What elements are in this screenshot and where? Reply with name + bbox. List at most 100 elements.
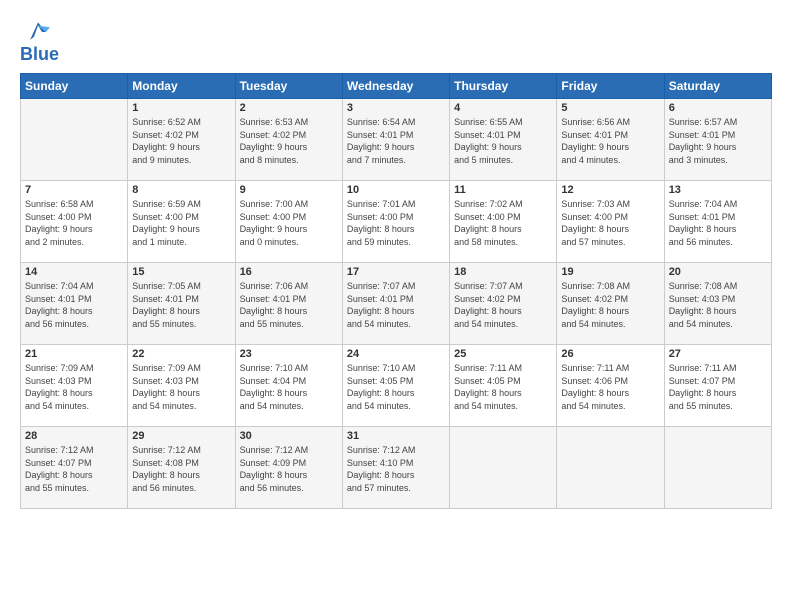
day-cell: 17Sunrise: 7:07 AM Sunset: 4:01 PM Dayli…: [342, 263, 449, 345]
day-cell: 8Sunrise: 6:59 AM Sunset: 4:00 PM Daylig…: [128, 181, 235, 263]
day-cell: 21Sunrise: 7:09 AM Sunset: 4:03 PM Dayli…: [21, 345, 128, 427]
day-info: Sunrise: 7:08 AM Sunset: 4:02 PM Dayligh…: [561, 280, 659, 330]
day-cell: 9 Sunrise: 7:00 AM Sunset: 4:00 PM Daylig…: [235, 181, 342, 263]
day-number: 8: [132, 184, 230, 196]
day-info: Sunrise: 7:11 AM Sunset: 4:05 PM Dayligh…: [454, 362, 552, 412]
col-header-friday: Friday: [557, 74, 664, 99]
day-cell: 28 Sunrise: 7:12 AM Sunset: 4:07 PM Dayli…: [21, 427, 128, 509]
day-cell: 12 Sunrise: 7:03 AM Sunset: 4:00 PM Dayli…: [557, 181, 664, 263]
header: Blue: [20, 16, 772, 65]
day-cell: 7 Sunrise: 6:58 AM Sunset: 4:00 PM Daylig…: [21, 181, 128, 263]
day-number: 25: [454, 348, 552, 360]
day-number: 29: [132, 430, 230, 442]
day-number: 4: [454, 102, 552, 114]
day-info: Sunrise: 6:56 AM Sunset: 4:01 PM Dayligh…: [561, 116, 659, 166]
day-cell: 22 Sunrise: 7:09 AM Sunset: 4:03 PM Dayli…: [128, 345, 235, 427]
day-info: Sunrise: 7:08 AM Sunset: 4:03 PM Dayligh…: [669, 280, 767, 330]
day-number: 6: [669, 102, 767, 114]
day-info: Sunrise: 7:11 AM Sunset: 4:07 PM Dayligh…: [669, 362, 767, 412]
day-cell: 24 Sunrise: 7:10 AM Sunset: 4:05 PM Dayli…: [342, 345, 449, 427]
day-info: Sunrise: 7:10 AM Sunset: 4:05 PM Dayligh…: [347, 362, 445, 412]
day-number: 2: [240, 102, 338, 114]
day-cell: 27Sunrise: 7:11 AM Sunset: 4:07 PM Dayli…: [664, 345, 771, 427]
day-number: 30: [240, 430, 338, 442]
logo: Blue: [20, 16, 59, 65]
day-info: Sunrise: 6:58 AM Sunset: 4:00 PM Dayligh…: [25, 198, 123, 248]
day-cell: 11 Sunrise: 7:02 AM Sunset: 4:00 PM Dayli…: [450, 181, 557, 263]
day-cell: [664, 427, 771, 509]
day-cell: 30 Sunrise: 7:12 AM Sunset: 4:09 PM Dayli…: [235, 427, 342, 509]
col-header-thursday: Thursday: [450, 74, 557, 99]
col-header-wednesday: Wednesday: [342, 74, 449, 99]
day-number: 18: [454, 266, 552, 278]
col-header-sunday: Sunday: [21, 74, 128, 99]
day-info: Sunrise: 7:02 AM Sunset: 4:00 PM Dayligh…: [454, 198, 552, 248]
day-info: Sunrise: 6:52 AM Sunset: 4:02 PM Dayligh…: [132, 116, 230, 166]
day-number: 23: [240, 348, 338, 360]
week-row-2: 14Sunrise: 7:04 AM Sunset: 4:01 PM Dayli…: [21, 263, 772, 345]
day-info: Sunrise: 7:07 AM Sunset: 4:02 PM Dayligh…: [454, 280, 552, 330]
day-info: Sunrise: 7:12 AM Sunset: 4:07 PM Dayligh…: [25, 444, 123, 494]
day-cell: [21, 99, 128, 181]
calendar-table: SundayMondayTuesdayWednesdayThursdayFrid…: [20, 73, 772, 509]
day-info: Sunrise: 7:09 AM Sunset: 4:03 PM Dayligh…: [132, 362, 230, 412]
day-number: 17: [347, 266, 445, 278]
day-info: Sunrise: 7:10 AM Sunset: 4:04 PM Dayligh…: [240, 362, 338, 412]
calendar-page: Blue SundayMondayTuesdayWednesdayThursda…: [0, 0, 792, 612]
day-cell: 18 Sunrise: 7:07 AM Sunset: 4:02 PM Dayli…: [450, 263, 557, 345]
day-number: 24: [347, 348, 445, 360]
day-cell: 13Sunrise: 7:04 AM Sunset: 4:01 PM Dayli…: [664, 181, 771, 263]
day-number: 5: [561, 102, 659, 114]
week-row-4: 28 Sunrise: 7:12 AM Sunset: 4:07 PM Dayli…: [21, 427, 772, 509]
day-info: Sunrise: 7:04 AM Sunset: 4:01 PM Dayligh…: [25, 280, 123, 330]
day-info: Sunrise: 7:12 AM Sunset: 4:10 PM Dayligh…: [347, 444, 445, 494]
week-row-0: 1 Sunrise: 6:52 AM Sunset: 4:02 PM Daylig…: [21, 99, 772, 181]
week-row-3: 21Sunrise: 7:09 AM Sunset: 4:03 PM Dayli…: [21, 345, 772, 427]
day-number: 9: [240, 184, 338, 196]
day-info: Sunrise: 7:00 AM Sunset: 4:00 PM Dayligh…: [240, 198, 338, 248]
day-number: 22: [132, 348, 230, 360]
day-number: 1: [132, 102, 230, 114]
day-number: 13: [669, 184, 767, 196]
day-number: 7: [25, 184, 123, 196]
day-cell: 4 Sunrise: 6:55 AM Sunset: 4:01 PM Daylig…: [450, 99, 557, 181]
day-number: 12: [561, 184, 659, 196]
day-info: Sunrise: 7:09 AM Sunset: 4:03 PM Dayligh…: [25, 362, 123, 412]
day-number: 16: [240, 266, 338, 278]
day-number: 28: [25, 430, 123, 442]
day-cell: 14Sunrise: 7:04 AM Sunset: 4:01 PM Dayli…: [21, 263, 128, 345]
day-number: 11: [454, 184, 552, 196]
day-number: 10: [347, 184, 445, 196]
day-info: Sunrise: 7:06 AM Sunset: 4:01 PM Dayligh…: [240, 280, 338, 330]
day-cell: 16 Sunrise: 7:06 AM Sunset: 4:01 PM Dayli…: [235, 263, 342, 345]
day-cell: 6 Sunrise: 6:57 AM Sunset: 4:01 PM Daylig…: [664, 99, 771, 181]
day-cell: 5 Sunrise: 6:56 AM Sunset: 4:01 PM Daylig…: [557, 99, 664, 181]
day-number: 26: [561, 348, 659, 360]
day-number: 3: [347, 102, 445, 114]
day-cell: [557, 427, 664, 509]
day-cell: 31 Sunrise: 7:12 AM Sunset: 4:10 PM Dayli…: [342, 427, 449, 509]
day-number: 19: [561, 266, 659, 278]
logo-blue-text: Blue: [20, 44, 59, 65]
day-cell: 3 Sunrise: 6:54 AM Sunset: 4:01 PM Daylig…: [342, 99, 449, 181]
day-cell: 2 Sunrise: 6:53 AM Sunset: 4:02 PM Daylig…: [235, 99, 342, 181]
col-header-monday: Monday: [128, 74, 235, 99]
day-info: Sunrise: 7:03 AM Sunset: 4:00 PM Dayligh…: [561, 198, 659, 248]
day-cell: 15Sunrise: 7:05 AM Sunset: 4:01 PM Dayli…: [128, 263, 235, 345]
week-row-1: 7 Sunrise: 6:58 AM Sunset: 4:00 PM Daylig…: [21, 181, 772, 263]
day-cell: [450, 427, 557, 509]
col-header-saturday: Saturday: [664, 74, 771, 99]
col-header-tuesday: Tuesday: [235, 74, 342, 99]
day-info: Sunrise: 7:12 AM Sunset: 4:09 PM Dayligh…: [240, 444, 338, 494]
day-info: Sunrise: 6:53 AM Sunset: 4:02 PM Dayligh…: [240, 116, 338, 166]
day-cell: 23 Sunrise: 7:10 AM Sunset: 4:04 PM Dayli…: [235, 345, 342, 427]
day-cell: 10Sunrise: 7:01 AM Sunset: 4:00 PM Dayli…: [342, 181, 449, 263]
day-number: 15: [132, 266, 230, 278]
day-info: Sunrise: 6:55 AM Sunset: 4:01 PM Dayligh…: [454, 116, 552, 166]
day-number: 31: [347, 430, 445, 442]
day-info: Sunrise: 6:57 AM Sunset: 4:01 PM Dayligh…: [669, 116, 767, 166]
day-cell: 19 Sunrise: 7:08 AM Sunset: 4:02 PM Dayli…: [557, 263, 664, 345]
day-info: Sunrise: 6:54 AM Sunset: 4:01 PM Dayligh…: [347, 116, 445, 166]
day-cell: 25 Sunrise: 7:11 AM Sunset: 4:05 PM Dayli…: [450, 345, 557, 427]
day-cell: 26Sunrise: 7:11 AM Sunset: 4:06 PM Dayli…: [557, 345, 664, 427]
